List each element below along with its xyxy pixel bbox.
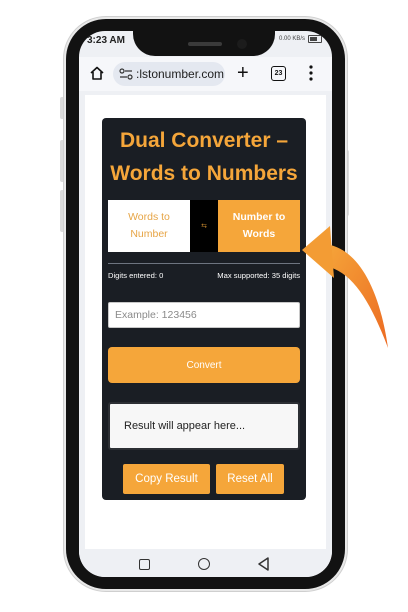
reset-all-button[interactable]: Reset All <box>216 464 284 494</box>
convert-button[interactable]: Convert <box>108 347 300 383</box>
mode-toggle: Words to Number ⇆ Number to Words <box>108 200 300 252</box>
divider <box>108 263 300 264</box>
max-supported: Max supported: 35 digits <box>217 271 300 280</box>
home-icon[interactable] <box>89 65 105 81</box>
digits-info: Digits entered: 0 Max supported: 35 digi… <box>108 271 300 280</box>
convert-label: Convert <box>186 359 222 371</box>
android-nav-bar <box>79 551 332 577</box>
swap-label: ⇆ <box>201 222 207 230</box>
words-to-number-tab[interactable]: Words to Number <box>108 200 190 252</box>
speaker <box>188 42 222 46</box>
converter-card: Dual Converter – Words to Numbers Words … <box>102 118 306 500</box>
digits-entered: Digits entered: 0 <box>108 271 164 280</box>
new-tab-icon[interactable]: + <box>237 63 249 83</box>
back-icon[interactable] <box>257 557 269 571</box>
status-icons: 0.00 KB/s <box>279 35 322 43</box>
status-time: 3:23 AM <box>87 35 125 46</box>
menu-icon[interactable] <box>309 65 313 81</box>
result-text: Result will appear here... <box>124 420 246 432</box>
notch <box>133 24 275 56</box>
copy-label: Copy Result <box>135 473 198 485</box>
network-speed: 0.00 KB/s <box>278 36 305 42</box>
browser-toolbar: :lstonumber.com + 23 <box>79 57 332 91</box>
url-text: :lstonumber.com <box>136 67 225 81</box>
copy-result-button[interactable]: Copy Result <box>123 464 210 494</box>
home-nav-icon[interactable] <box>198 558 210 570</box>
number-to-words-label: Number to Words <box>232 211 286 240</box>
page-title: Dual Converter – Words to Numbers <box>110 129 298 185</box>
number-to-words-tab[interactable]: Number to Words <box>218 200 300 252</box>
pointer-arrow-icon <box>302 226 388 348</box>
camera <box>237 39 247 49</box>
tab-count: 23 <box>274 70 283 77</box>
battery-icon <box>308 35 322 43</box>
phone-screen: 3:23 AM 0.00 KB/s :lstonumber.com + 23 D… <box>79 31 332 577</box>
tabs-icon[interactable]: 23 <box>271 66 286 81</box>
site-settings-icon[interactable] <box>119 68 133 80</box>
reset-label: Reset All <box>227 473 273 485</box>
recent-apps-icon[interactable] <box>139 559 150 570</box>
words-to-number-label: Words to Number <box>128 211 170 240</box>
swap-icon[interactable]: ⇆ <box>190 200 218 252</box>
number-input[interactable] <box>108 302 300 328</box>
result-box: Result will appear here... <box>108 402 300 450</box>
url-bar[interactable]: :lstonumber.com <box>113 62 225 86</box>
